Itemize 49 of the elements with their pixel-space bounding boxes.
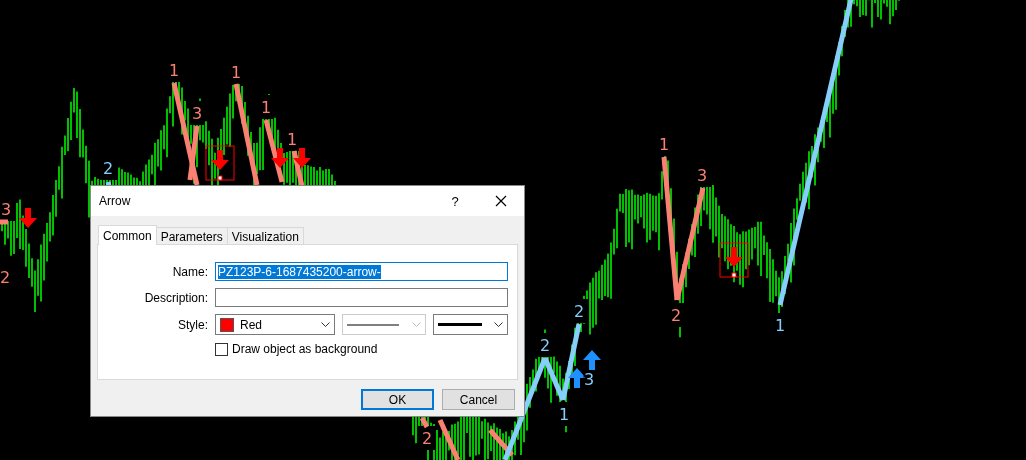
- wave-label: 2: [102, 159, 114, 178]
- wave-label: 1: [260, 98, 272, 117]
- help-button[interactable]: ?: [432, 193, 478, 209]
- input-field[interactable]: PZ123P-6-1687435200-arrow-: [215, 262, 508, 281]
- down-arrow-icon[interactable]: [271, 148, 289, 168]
- checkbox[interactable]: [215, 342, 228, 356]
- input-field[interactable]: [215, 288, 508, 307]
- wave-label: 1: [286, 130, 298, 149]
- wave-label: 3: [583, 370, 595, 389]
- field-label: Style:: [177, 317, 209, 332]
- wave-label: 2: [421, 429, 433, 448]
- down-arrow-icon[interactable]: [293, 148, 311, 168]
- field-label: Name:: [171, 264, 209, 279]
- wave-label: 1: [658, 135, 670, 154]
- line-width-dropdown[interactable]: [433, 314, 508, 335]
- wave-line: [0, 219, 8, 225]
- tab[interactable]: Common: [98, 225, 157, 245]
- color-dropdown[interactable]: Red: [215, 314, 335, 335]
- wave-line: [437, 418, 461, 460]
- wave-label: 1: [230, 63, 242, 82]
- field-label: Description:: [143, 290, 209, 305]
- wave-line: [291, 150, 305, 187]
- close-icon[interactable]: [495, 195, 507, 207]
- caret-icon: [494, 322, 503, 327]
- thin-line-icon: [347, 323, 399, 326]
- wave-line: [263, 119, 285, 183]
- dialog-button[interactable]: OK: [361, 389, 434, 410]
- up-arrow-icon: [583, 350, 601, 370]
- dialog-title: Arrow: [99, 194, 132, 208]
- checkbox-label: Draw object as background: [232, 342, 378, 356]
- down-arrow-icon[interactable]: [19, 208, 37, 228]
- thick-line-icon: [438, 323, 482, 326]
- wave-label: 2: [0, 268, 11, 287]
- dialog-button[interactable]: Cancel: [442, 389, 515, 410]
- wave-label: 1: [774, 316, 786, 335]
- wave-label: 1: [168, 61, 180, 80]
- caret-icon: [321, 322, 330, 327]
- wave-label: 3: [191, 104, 203, 123]
- wave-label: 1: [558, 405, 570, 424]
- up-arrow-icon: [568, 368, 586, 388]
- caret-icon: [412, 322, 421, 327]
- tab[interactable]: Visualization: [226, 227, 304, 244]
- wave-label: 2: [539, 336, 551, 355]
- wave-label: 3: [0, 200, 12, 219]
- wave-line: [419, 416, 430, 429]
- wave-label: 2: [670, 306, 682, 325]
- tab[interactable]: Parameters: [155, 227, 228, 244]
- wave-label: 2: [573, 302, 585, 321]
- wave-label: 3: [696, 166, 708, 185]
